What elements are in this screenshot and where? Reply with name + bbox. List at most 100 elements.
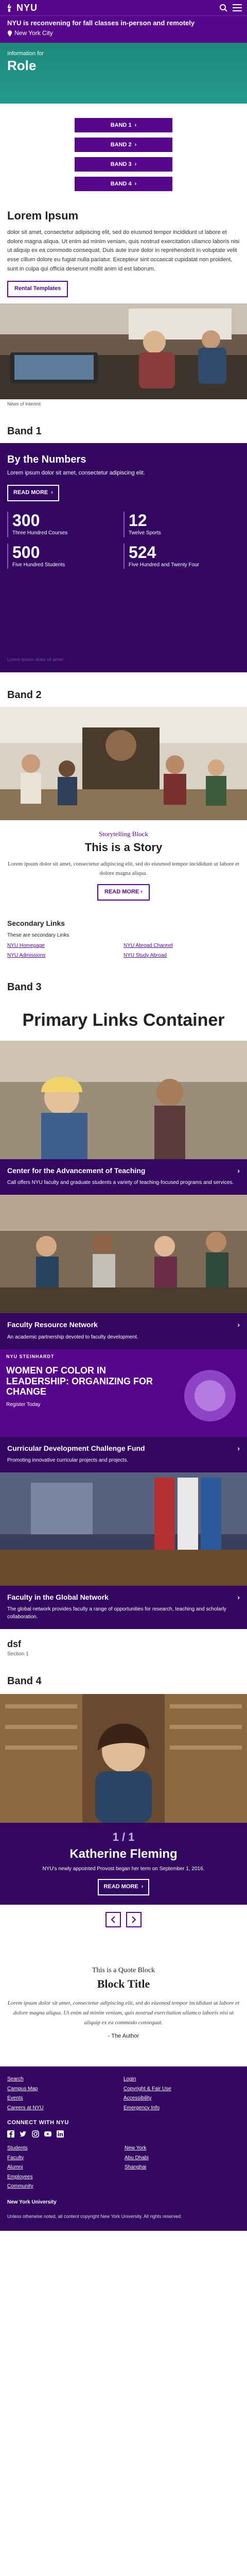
band-2-label: Band 2 — [7, 689, 42, 701]
arrow-right-icon: › — [134, 181, 137, 188]
slider-next-button[interactable] — [126, 1912, 142, 1928]
quote-label: This is a Quote Block — [92, 1967, 155, 1975]
card-title-label: Center for the Advancement of Teaching — [7, 1166, 146, 1175]
banner-brand: NYU STEINHARDT — [6, 1353, 55, 1359]
primary-link-card[interactable]: Center for the Advancement of Teaching › … — [0, 1041, 247, 1195]
brand-name: NYU — [16, 2, 38, 13]
secondary-link[interactable]: NYU Homepage — [7, 942, 123, 950]
story-read-more-button[interactable]: READ MORE › — [97, 884, 150, 901]
slide-counter: 1 / 1 — [112, 1830, 135, 1843]
audience-link[interactable]: Abu Dhabi — [125, 2155, 240, 2162]
site-footer: Search Login Campus Map Copyright & Fair… — [0, 2066, 247, 2231]
secondary-link[interactable]: NYU Abroad Channel — [123, 942, 240, 950]
secondary-link[interactable]: NYU Study Abroad — [123, 952, 240, 960]
card-photo — [0, 1195, 247, 1314]
audience-link[interactable]: Community — [7, 2183, 122, 2191]
footer-link[interactable]: Login — [123, 2076, 240, 2083]
extra-block: dsf Section 1 — [0, 1629, 247, 1665]
audience-link[interactable]: New York — [125, 2145, 240, 2153]
connect-heading: CONNECT WITH NYU — [7, 2120, 69, 2126]
card-text: Faculty in the Global Network › The globa… — [0, 1586, 247, 1630]
youtube-icon[interactable] — [44, 2130, 51, 2138]
card-description: An academic partnership devoted to facul… — [7, 1334, 138, 1340]
provost-photo — [0, 1693, 247, 1823]
band-3-button[interactable]: BAND 3 › — [75, 157, 172, 172]
arrow-right-icon: › — [237, 1320, 240, 1329]
stat-number: 300 — [12, 511, 40, 530]
card-photo — [0, 1041, 247, 1160]
band-1-button[interactable]: BAND 1 › — [75, 118, 172, 133]
stat-label: Five Hundred and Twenty Four — [129, 562, 200, 568]
card-title: Faculty in the Global Network › — [7, 1592, 240, 1602]
footer-link[interactable]: Copyright & Fair Use — [123, 2086, 240, 2093]
footer-link[interactable]: Search — [7, 2076, 123, 2083]
stat-label: Twelve Sports — [129, 530, 161, 536]
footer-link[interactable]: Campus Map — [7, 2086, 123, 2093]
card-description: The global network provides faculty a ra… — [7, 1606, 226, 1620]
stat-item: 300 Three Hundred Courses — [7, 511, 123, 537]
card-photo — [0, 1472, 247, 1586]
secondary-links-grid: NYU Homepage NYU Abroad Channel NYU Admi… — [7, 942, 240, 959]
slide-read-more-button[interactable]: READ MORE › — [97, 1879, 150, 1896]
alert-location-link[interactable]: New York City — [7, 29, 240, 38]
band-button-label: BAND 4 — [110, 181, 132, 188]
hamburger-menu-icon[interactable] — [233, 4, 242, 11]
slide-description: NYU's newly appointed Provost began her … — [42, 1866, 205, 1872]
stat-label: Five Hundred Students — [12, 562, 65, 568]
hero: Information for Role — [0, 43, 247, 104]
nyu-logo[interactable]: NYU — [5, 1, 38, 14]
quote-block: This is a Quote Block Block Title Lorem … — [0, 1940, 247, 2067]
band-jump-list: BAND 1 › BAND 2 › BAND 3 › BAND 4 › — [0, 104, 247, 199]
audience-link[interactable]: Students — [7, 2145, 122, 2153]
slider-prev-button[interactable] — [105, 1912, 121, 1928]
secondary-links: Secondary Links These are secondary Link… — [0, 913, 247, 970]
card-title-label: Curricular Development Challenge Fund — [7, 1444, 145, 1452]
primary-link-card[interactable]: Faculty in the Global Network › The globa… — [0, 1472, 247, 1630]
audience-link[interactable]: Alumni — [7, 2164, 122, 2172]
linkedin-icon[interactable] — [57, 2130, 64, 2138]
alert-link-label: New York City — [14, 29, 53, 37]
footer-link[interactable]: Accessibility — [123, 2095, 240, 2103]
arrow-right-icon: › — [141, 1884, 144, 1890]
card-title-label: Faculty in the Global Network — [7, 1593, 109, 1602]
intro-body: dolor sit amet, consectetur adipiscing e… — [7, 229, 240, 272]
photo-caption: News of Interest — [7, 401, 41, 407]
search-icon[interactable] — [219, 4, 227, 12]
card-text: Faculty Resource Network › An academic pa… — [0, 1313, 247, 1349]
arrow-right-icon: › — [134, 122, 137, 129]
stat-item: 524 Five Hundred and Twenty Four — [123, 543, 240, 569]
footer-link[interactable]: Careers at NYU — [7, 2105, 123, 2112]
rental-templates-button[interactable]: Rental Templates — [7, 281, 68, 298]
primary-links-header: Primary Links Container — [0, 999, 247, 1041]
read-more-label: READ MORE — [103, 1884, 138, 1890]
secondary-link[interactable]: NYU Admissions — [7, 952, 123, 960]
band-4-section: Band 4 — [0, 1665, 247, 1689]
footer-link[interactable]: Events — [7, 2095, 123, 2103]
audience-link[interactable]: Employees — [7, 2174, 122, 2181]
secondary-links-intro: These are secondary Links — [7, 932, 69, 938]
card-title: Curricular Development Challenge Fund › — [7, 1443, 240, 1453]
slide-name: Katherine Fleming — [69, 1846, 178, 1861]
stat-number: 12 — [129, 511, 147, 530]
twitter-icon[interactable] — [20, 2130, 27, 2138]
band-button-label: BAND 3 — [110, 161, 132, 168]
footer-link[interactable]: Emergency Info — [123, 2105, 240, 2112]
story-body: Lorem ipsum dolor sit amet, consectetur … — [8, 861, 239, 876]
stat-item: 500 Five Hundred Students — [7, 543, 123, 569]
primary-link-card[interactable]: NYU STEINHARDT WOMEN OF COLOR IN LEADERS… — [0, 1349, 247, 1473]
audience-link[interactable]: Shanghai — [125, 2164, 240, 2172]
alert-title: NYU is reconvening for fall classes in-p… — [7, 19, 195, 27]
primary-link-card[interactable]: Faculty Resource Network › An academic pa… — [0, 1195, 247, 1349]
extra-label: Section 1 — [7, 1651, 29, 1657]
facebook-icon[interactable] — [7, 2130, 14, 2138]
audience-link[interactable]: Faculty — [7, 2155, 122, 2162]
numbers-read-more-button[interactable]: READ MORE › — [7, 485, 59, 501]
band-2-button[interactable]: BAND 2 › — [75, 138, 172, 152]
stats-grid: 300 Three Hundred Courses 12 Twelve Sports… — [7, 511, 240, 569]
classroom-photo — [0, 303, 247, 400]
read-more-label: READ MORE — [13, 489, 48, 496]
band-4-button[interactable]: BAND 4 › — [75, 177, 172, 192]
intro-section: Lorem Ipsum dolor sit amet, consectetur … — [0, 199, 247, 303]
instagram-icon[interactable] — [32, 2130, 39, 2138]
numbers-footnote: Lorem ipsum dolor sit amet — [7, 657, 63, 663]
